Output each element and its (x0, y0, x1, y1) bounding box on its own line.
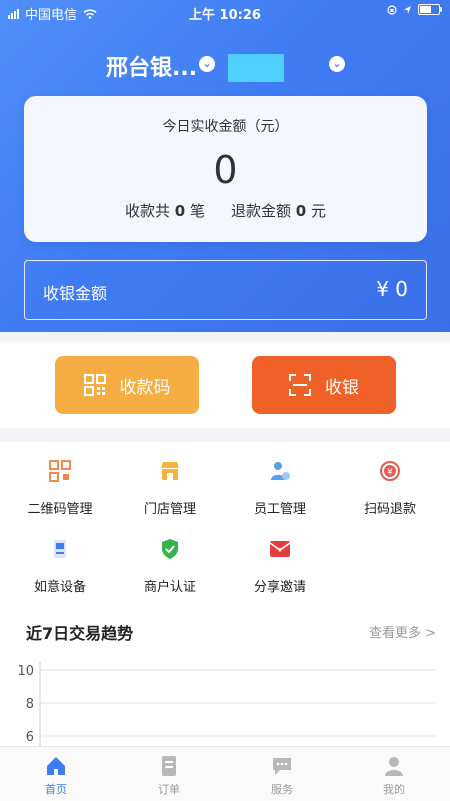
chevron-down-icon[interactable]: ⌄ (199, 56, 215, 72)
redacted-block (228, 54, 284, 82)
location-icon (404, 5, 411, 14)
trend-title: 近7日交易趋势 (26, 624, 134, 643)
grid-item-store-manage[interactable]: 门店管理 (114, 460, 226, 517)
summary-label: 今日实收金额（元） (162, 119, 289, 135)
scan-icon (289, 374, 311, 396)
refund-amount: 退款金额 0 元 (231, 202, 327, 220)
tab-home[interactable]: 首页 (0, 747, 112, 797)
tab-services[interactable]: 服务 (226, 747, 338, 797)
grid-item-merchant-cert[interactable]: 商户认证 (114, 538, 226, 595)
grid-item-scan-refund[interactable]: ¥ 扫码退款 (334, 460, 446, 517)
refund-icon: ¥ (379, 460, 401, 482)
summary-amount: 0 (213, 148, 238, 192)
order-icon (158, 755, 180, 777)
device-icon (49, 538, 71, 560)
chevron-down-icon[interactable]: ⌄ (329, 56, 345, 72)
grid-item-staff-manage[interactable]: 员工管理 (224, 460, 336, 517)
amount-input-value: ¥ 0 (376, 277, 408, 301)
grid-item-qr-manage[interactable]: 二维码管理 (4, 460, 116, 517)
store-icon (159, 460, 181, 482)
action-panel: 收款码 收银 (0, 342, 450, 428)
y-tick-label: 8 (26, 697, 34, 712)
tab-orders[interactable]: 订单 (113, 747, 225, 797)
tab-profile[interactable]: 我的 (338, 747, 450, 797)
svg-text:¥: ¥ (387, 468, 393, 478)
cashier-button[interactable]: 收银 (252, 356, 396, 414)
qr-manage-icon (49, 460, 71, 482)
home-icon (45, 755, 67, 777)
staff-icon (269, 460, 291, 482)
daily-summary-card: 今日实收金额（元） 0 收款共 0 笔 退款金额 0 元 (24, 96, 427, 242)
store-selector[interactable]: 邢台银... ⌄ ⌄ (0, 48, 450, 82)
amount-input-label: 收银金额 (43, 284, 108, 303)
cashier-amount-input[interactable]: 收银金额 ¥ 0 (24, 260, 427, 320)
service-icon (271, 755, 293, 777)
trend-chart: 10 8 6 (17, 662, 436, 750)
store-name[interactable]: 邢台银... (106, 50, 197, 82)
y-tick-label: 6 (26, 730, 34, 745)
tab-bar: 首页 订单 服务 我的 (0, 746, 450, 801)
battery-icon (418, 4, 442, 15)
qr-code-button[interactable]: 收款码 (55, 356, 199, 414)
grid-item-device[interactable]: 如意设备 (4, 538, 116, 595)
status-bar: 中国电信 上午 10:26 (0, 0, 450, 24)
clock: 上午 10:26 (189, 8, 261, 23)
qr-code-icon (83, 374, 106, 396)
rotation-lock-icon (387, 4, 397, 15)
shield-check-icon (159, 538, 181, 560)
profile-icon (383, 755, 405, 777)
envelope-icon (269, 538, 291, 560)
view-more-link[interactable]: 查看更多 > (369, 622, 436, 641)
y-tick-label: 10 (17, 664, 34, 679)
grid-item-share-invite[interactable]: 分享邀请 (224, 538, 336, 595)
receipt-count: 收款共 0 笔 (124, 202, 205, 220)
